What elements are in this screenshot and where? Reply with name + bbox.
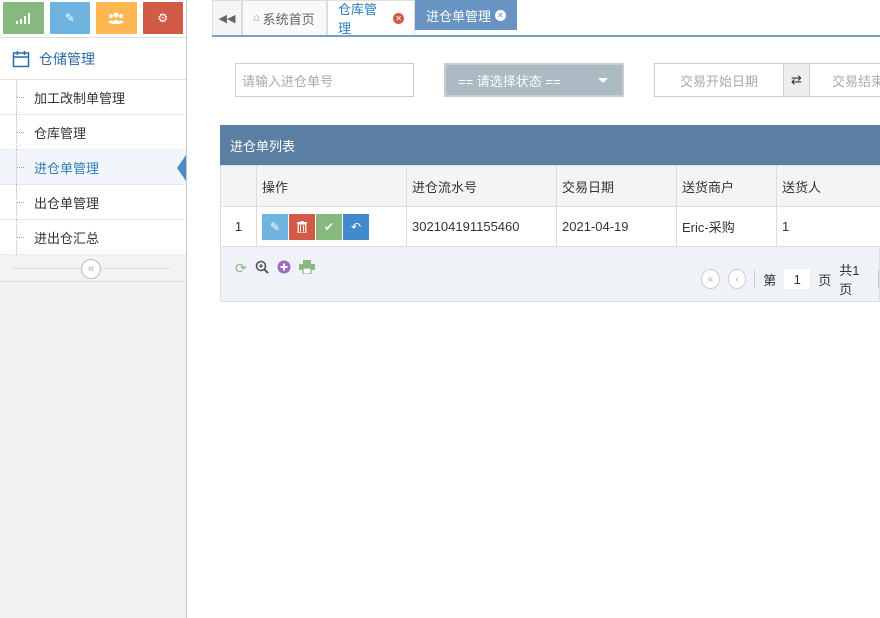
sidebar-item-inbound[interactable]: 进仓单管理: [0, 150, 186, 185]
prev-page-icon[interactable]: ‹: [727, 269, 747, 289]
sidebar: ✎ ⚙ 仓储管理 加工改制单管理 仓库管理 进仓单管理 出仓单管理 进出仓汇总 …: [0, 0, 187, 618]
column-header[interactable]: 交易日期: [556, 165, 677, 207]
merchant-cell: Eric-采购: [676, 206, 777, 247]
end-date-input[interactable]: 交易结束日期: [809, 63, 880, 97]
sidebar-item-outbound[interactable]: 出仓单管理: [0, 185, 186, 220]
calendar-icon: [12, 50, 30, 67]
sidebar-item-label: 出仓单管理: [34, 195, 100, 211]
double-chevron-left-icon[interactable]: «: [81, 259, 101, 279]
table-header-row: 操作 进仓流水号 交易日期 送货商户 送货人: [220, 165, 880, 207]
grid-table: 操作 进仓流水号 交易日期 送货商户 送货人 1 ✎ ✔ ↶ 302104191…: [220, 165, 880, 247]
caret-down-icon: [598, 78, 608, 83]
row-number: 1: [220, 206, 257, 247]
home-icon: ⌂: [253, 12, 260, 24]
status-select-value: == 请选择状态 ==: [458, 73, 561, 89]
page-total: 共1页: [839, 263, 860, 297]
trash-icon[interactable]: [289, 213, 315, 240]
tab-scroll-left-icon[interactable]: ◀◀: [212, 0, 242, 35]
menu-group-title: 仓储管理: [39, 50, 95, 67]
shortcut-bar: ✎ ⚙: [0, 0, 186, 38]
add-icon[interactable]: [277, 260, 291, 277]
signal-icon[interactable]: [3, 2, 44, 34]
inbound-grid: 进仓单列表 操作 进仓流水号 交易日期 送货商户 送货人 1 ✎ ✔ ↶ 302…: [220, 125, 880, 302]
sidebar-item-label: 仓库管理: [34, 125, 87, 141]
zoom-icon[interactable]: [255, 260, 269, 277]
column-header: [220, 165, 257, 207]
close-icon[interactable]: ✕: [495, 10, 506, 21]
active-arrow-icon: [177, 155, 186, 181]
sidebar-item-label: 进仓单管理: [34, 160, 100, 176]
status-select[interactable]: == 请选择状态 ==: [444, 63, 624, 97]
print-icon[interactable]: [298, 260, 315, 277]
menu-group-warehouse[interactable]: 仓储管理: [0, 38, 186, 80]
serial-cell: 302104191155460: [406, 206, 557, 247]
grid-title: 进仓单列表: [220, 125, 880, 165]
pager: ⟳ « ‹ 第 1 页 共1页: [220, 247, 880, 302]
tab-label: 进仓单管理: [426, 9, 492, 24]
page-prefix: 第: [763, 272, 777, 288]
pager-separator: [754, 270, 756, 288]
table-row[interactable]: 1 ✎ ✔ ↶ 302104191155460 2021-04-19 Eric-…: [220, 206, 880, 247]
menu-items: 加工改制单管理 仓库管理 进仓单管理 出仓单管理 进出仓汇总: [0, 80, 186, 255]
close-icon[interactable]: ✕: [393, 12, 404, 24]
start-date-placeholder: 交易开始日期: [679, 73, 758, 89]
column-header[interactable]: 送货人: [776, 165, 880, 207]
order-number-placeholder: 请输入进仓单号: [242, 73, 334, 89]
tab-home[interactable]: ⌂ 系统首页: [242, 0, 327, 35]
date-cell: 2021-04-19: [556, 206, 677, 247]
tab-inbound[interactable]: 进仓单管理 ✕: [415, 0, 517, 30]
tab-warehouse[interactable]: 仓库管理 ✕: [327, 0, 415, 36]
users-icon[interactable]: [96, 2, 137, 34]
pager-separator: [878, 270, 879, 288]
order-number-input[interactable]: 请输入进仓单号: [235, 63, 414, 97]
undo-icon[interactable]: ↶: [343, 213, 369, 240]
sidebar-item-summary[interactable]: 进出仓汇总: [0, 220, 186, 255]
end-date-placeholder: 交易结束日期: [832, 73, 880, 89]
sidebar-collapse-bar: «: [0, 255, 186, 282]
refresh-icon[interactable]: ⟳: [235, 260, 247, 277]
first-page-icon[interactable]: «: [701, 269, 720, 289]
row-actions: ✎ ✔ ↶: [256, 206, 407, 247]
tab-label: 系统首页: [262, 11, 315, 27]
sidebar-item-label: 进出仓汇总: [34, 230, 100, 246]
page-number-input[interactable]: 1: [784, 269, 811, 289]
exchange-icon: ⇄: [784, 63, 809, 97]
column-header[interactable]: 进仓流水号: [406, 165, 557, 207]
deliverer-cell: 1: [776, 206, 880, 247]
sidebar-item-warehouse[interactable]: 仓库管理: [0, 115, 186, 150]
cogs-icon[interactable]: ⚙: [142, 2, 183, 34]
column-header[interactable]: 操作: [256, 165, 407, 207]
sidebar-item-label: 加工改制单管理: [34, 90, 126, 106]
edit-icon[interactable]: ✎: [262, 213, 288, 240]
pencil-icon[interactable]: ✎: [49, 2, 90, 34]
tab-bar: ◀◀ ⌂ 系统首页 仓库管理 ✕ 进仓单管理 ✕: [212, 0, 880, 37]
start-date-input[interactable]: 交易开始日期: [654, 63, 784, 97]
page-suffix: 页: [818, 272, 832, 288]
sidebar-item-processing[interactable]: 加工改制单管理: [0, 80, 186, 115]
tab-label: 仓库管理: [338, 2, 378, 36]
check-icon[interactable]: ✔: [316, 213, 342, 240]
column-header[interactable]: 送货商户: [676, 165, 777, 207]
